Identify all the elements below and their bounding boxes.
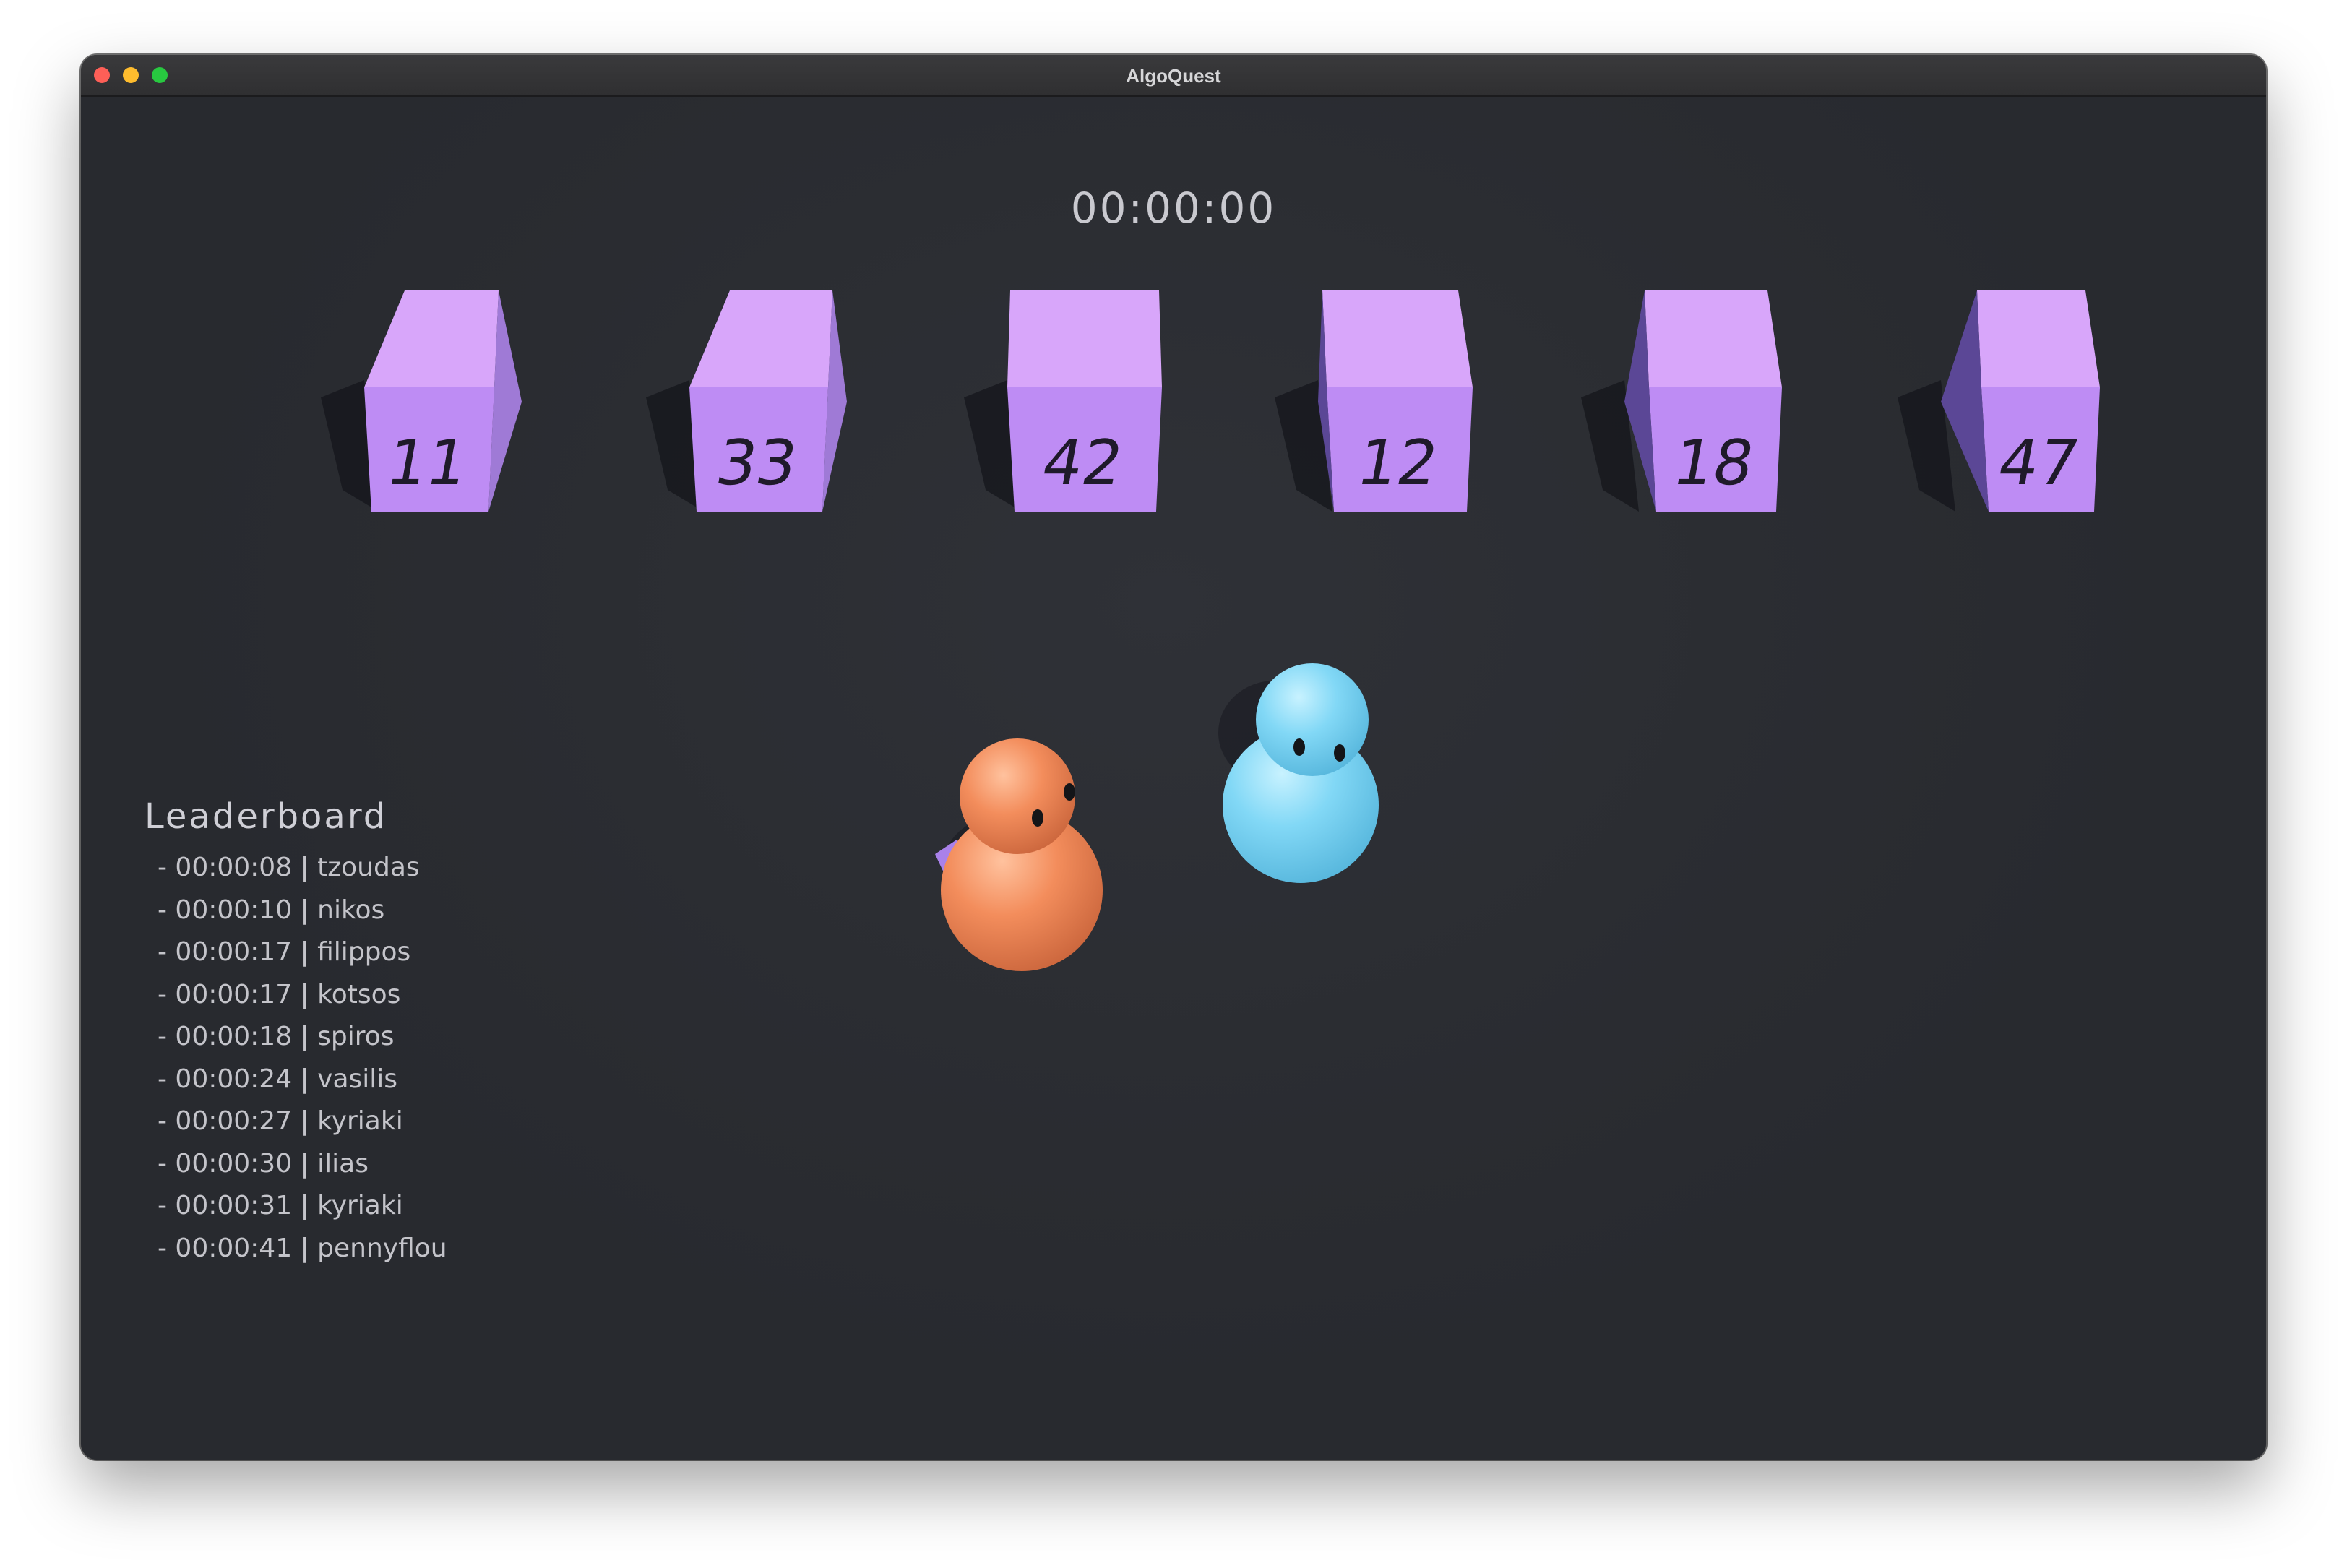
cube-number-label: 33 — [711, 428, 803, 499]
number-cube-2[interactable]: 33 — [646, 290, 847, 512]
leaderboard-entry: - 00:00:10 | nikos — [158, 895, 385, 925]
cube-row: 11 33 42 12 18 47 — [321, 290, 2100, 512]
leaderboard-entry: - 00:00:17 | filippos — [158, 937, 411, 967]
leaderboard-entry: - 00:00:30 | ilias — [158, 1148, 369, 1179]
cube-number-label: 47 — [1993, 428, 2085, 499]
orange-player-head — [960, 738, 1075, 854]
cube-top-face — [364, 290, 499, 387]
leaderboard-entry: - 00:00:41 | pennyflou — [158, 1233, 447, 1263]
leaderboard-entry: - 00:00:18 | spiros — [158, 1022, 395, 1051]
leaderboard-entry: - 00:00:31 | kyriaki — [158, 1191, 403, 1220]
number-cube-1[interactable]: 11 — [321, 290, 522, 512]
blue-player-eye-right — [1334, 744, 1345, 762]
cube-top-face — [1007, 290, 1162, 387]
number-cube-4[interactable]: 12 — [1275, 290, 1473, 512]
orange-player-eye-right — [1064, 783, 1075, 801]
leaderboard-entry: - 00:00:17 | kotsos — [158, 979, 401, 1009]
cube-number-label: 12 — [1352, 428, 1444, 499]
blue-player-eye-left — [1293, 738, 1305, 756]
leaderboard-panel: Leaderboard - 00:00:08 | tzoudas - 00:00… — [145, 796, 447, 1270]
cube-number-label: 42 — [1037, 428, 1129, 499]
cube-top-face — [1645, 290, 1782, 387]
elapsed-timer: 00:00:00 — [1070, 184, 1277, 233]
number-cube-5[interactable]: 18 — [1581, 290, 1782, 512]
app-window: AlgoQuest 11 33 42 12 18 47 00:00:00 Lea… — [81, 55, 2266, 1460]
blue-player-character[interactable] — [1218, 663, 1379, 883]
leaderboard-list: - 00:00:08 | tzoudas - 00:00:10 | nikos … — [145, 847, 447, 1270]
leaderboard-title: Leaderboard — [145, 796, 388, 837]
cube-number-label: 11 — [382, 428, 473, 499]
window-title: AlgoQuest — [1126, 65, 1221, 87]
number-cube-6[interactable]: 47 — [1898, 290, 2100, 512]
orange-player-character[interactable] — [935, 738, 1103, 971]
leaderboard-entry: - 00:00:24 | vasilis — [158, 1064, 398, 1094]
title-bar[interactable]: AlgoQuest — [81, 55, 2266, 97]
cube-top-face — [689, 290, 832, 387]
cube-top-face — [1977, 290, 2100, 387]
number-cube-3[interactable]: 42 — [964, 290, 1162, 512]
cube-number-label: 18 — [1668, 428, 1760, 499]
leaderboard-entry: - 00:00:08 | tzoudas — [158, 853, 420, 882]
cube-top-face — [1322, 290, 1473, 387]
leaderboard-entry: - 00:00:27 | kyriaki — [158, 1106, 403, 1136]
orange-player-eye-left — [1032, 809, 1043, 827]
blue-player-head — [1256, 663, 1369, 776]
game-viewport[interactable]: 11 33 42 12 18 47 00:00:00 Leaderboard -… — [81, 97, 2266, 1460]
screen: AlgoQuest 11 33 42 12 18 47 00:00:00 Lea… — [0, 0, 2347, 1568]
